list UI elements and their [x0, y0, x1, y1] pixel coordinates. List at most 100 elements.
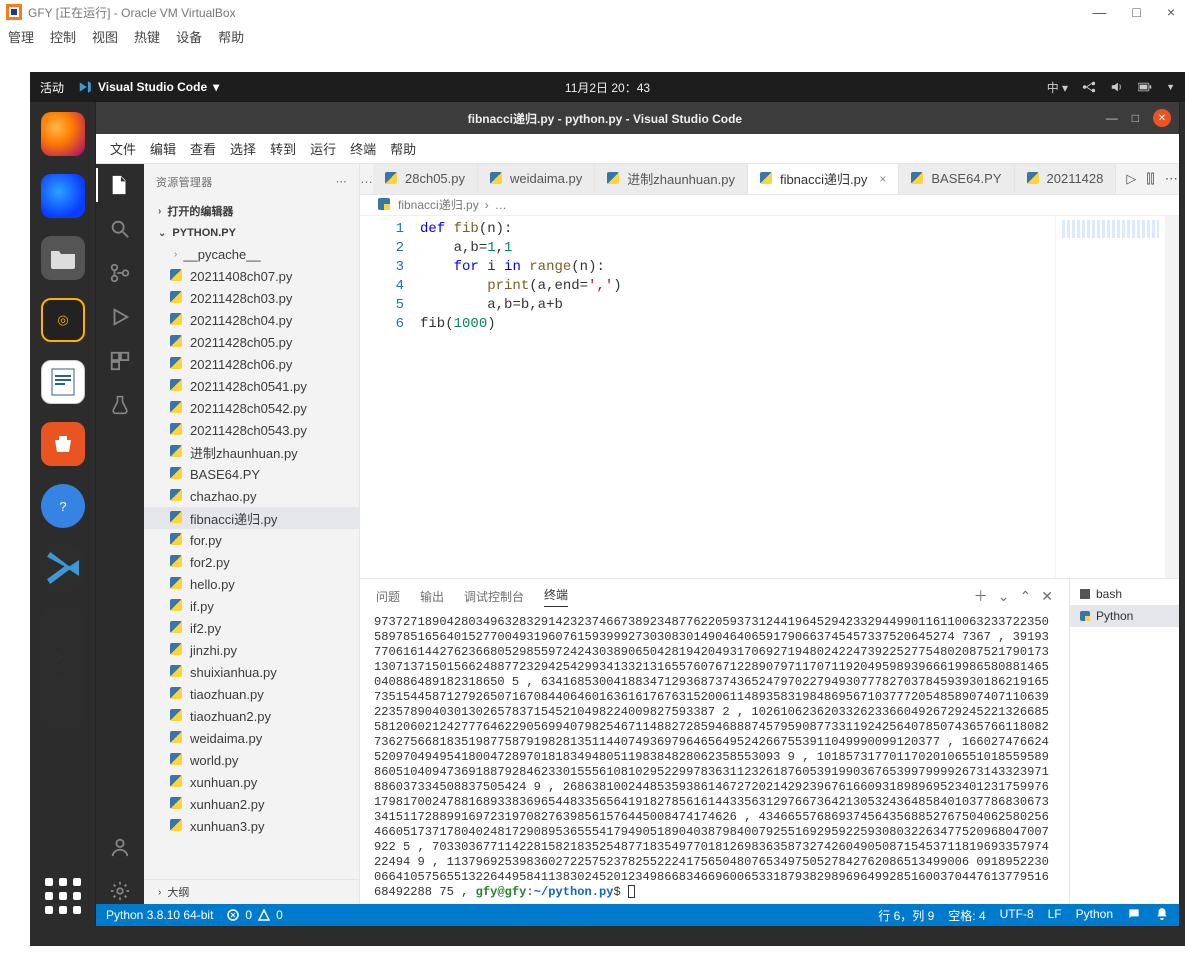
sidebar-file-item[interactable]: 20211428ch0541.py [144, 375, 359, 397]
sidebar-project[interactable]: ⌄PYTHON.PY [144, 223, 359, 243]
network-icon[interactable] [1082, 80, 1096, 94]
activity-settings-icon[interactable] [107, 878, 133, 904]
status-python-version[interactable]: Python 3.8.10 64-bit [106, 908, 213, 922]
sidebar-file-item[interactable]: 20211408ch07.py [144, 265, 359, 287]
vbox-menu-view[interactable]: 视图 [92, 27, 118, 46]
dock-terminal-icon[interactable]: >_ [41, 608, 85, 727]
sidebar-more-icon[interactable]: ⋯ [336, 175, 347, 188]
dock-rhythmbox-icon[interactable]: ◎ [41, 298, 85, 342]
panel-tab-output[interactable]: 输出 [420, 588, 444, 605]
sidebar-file-item[interactable]: tiaozhuan2.py [144, 705, 359, 727]
status-bell-icon[interactable] [1155, 907, 1169, 924]
sidebar-file-item[interactable]: weidaima.py [144, 727, 359, 749]
sidebar-file-item[interactable]: world.py [144, 749, 359, 771]
sidebar-file-item[interactable]: for2.py [144, 551, 359, 573]
panel-tab-problems[interactable]: 问题 [376, 588, 400, 605]
sidebar-outline[interactable]: ›大纲 [144, 879, 359, 904]
menu-select[interactable]: 查看 [190, 139, 216, 158]
terminal-shell-python[interactable]: Python [1070, 605, 1179, 627]
host-maximize-button[interactable]: □ [1132, 4, 1140, 20]
tab-more-icon[interactable]: ⋯ [1165, 171, 1178, 187]
tab-close-icon[interactable]: × [879, 172, 886, 186]
sidebar-file-item[interactable]: chazhao.py [144, 485, 359, 507]
editor-tab[interactable]: BASE64.PY [899, 164, 1014, 194]
activity-explorer-icon[interactable] [107, 172, 133, 198]
menu-go[interactable]: 转到 [270, 139, 296, 158]
sidebar-file-item[interactable]: 20211428ch0542.py [144, 397, 359, 419]
dock-firefox-icon[interactable] [41, 112, 85, 156]
activity-debug-icon[interactable] [107, 304, 133, 330]
ubuntu-datetime[interactable]: 11月2日 20：43 [565, 79, 650, 96]
battery-icon[interactable] [1138, 80, 1152, 94]
activity-extensions-icon[interactable] [107, 348, 133, 374]
menu-edit[interactable]: 编辑 [150, 139, 176, 158]
vbox-menu-manage[interactable]: 管理 [8, 27, 34, 46]
vbox-menu-device[interactable]: 设备 [176, 27, 202, 46]
power-menu-icon[interactable]: ▼ [1166, 82, 1175, 92]
sidebar-file-item[interactable]: xunhuan.py [144, 771, 359, 793]
ime-indicator[interactable]: 中 ▾ [1047, 79, 1068, 96]
dock-files-icon[interactable] [41, 236, 85, 280]
sidebar-file-item[interactable]: BASE64.PY [144, 463, 359, 485]
editor-content[interactable]: def fib(n): a,b=1,1 for i in range(n): p… [420, 216, 1055, 578]
menu-file[interactable]: 文件 [110, 139, 136, 158]
menu-view[interactable]: 选择 [230, 139, 256, 158]
ubuntu-activities[interactable]: 活动 [40, 79, 64, 96]
sidebar-file-item[interactable]: for.py [144, 529, 359, 551]
dock-thunderbird-icon[interactable] [41, 174, 85, 218]
menu-help[interactable]: 帮助 [390, 139, 416, 158]
dock-libreoffice-icon[interactable] [41, 360, 85, 404]
sidebar-file-item[interactable]: xunhuan2.py [144, 793, 359, 815]
vscode-close-button[interactable] [1153, 109, 1171, 127]
sidebar-file-item[interactable]: tiaozhuan.py [144, 683, 359, 705]
sidebar-file-item[interactable]: xunhuan3.py [144, 815, 359, 837]
breadcrumb-more[interactable]: … [495, 198, 507, 212]
sidebar-file-item[interactable]: shuixianhua.py [144, 661, 359, 683]
terminal-new-icon[interactable]: ＋ [974, 586, 988, 606]
terminal-shell-bash[interactable]: bash [1070, 583, 1179, 605]
sidebar-file-item[interactable]: 20211428ch04.py [144, 309, 359, 331]
editor-tab[interactable]: 28ch05.py [373, 164, 478, 194]
dock-vscode-icon[interactable] [41, 546, 85, 590]
vbox-menu-hotkey[interactable]: 热键 [134, 27, 160, 46]
status-language[interactable]: Python [1076, 907, 1113, 924]
panel-maximize-icon[interactable]: ⌃ [1020, 588, 1032, 605]
status-feedback-icon[interactable] [1127, 907, 1141, 924]
dock-software-icon[interactable] [41, 422, 85, 466]
status-encoding[interactable]: UTF-8 [1000, 907, 1034, 924]
panel-tab-terminal[interactable]: 终端 [544, 586, 568, 607]
vscode-minimize-button[interactable]: — [1106, 111, 1118, 125]
dock-apps-grid-icon[interactable] [43, 876, 83, 916]
volume-icon[interactable] [1110, 80, 1124, 94]
dock-help-icon[interactable]: ? [41, 484, 85, 528]
sidebar-file-item[interactable]: if2.py [144, 617, 359, 639]
host-close-button[interactable]: × [1167, 4, 1175, 20]
sidebar-file-item[interactable]: 进制zhaunhuan.py [144, 441, 359, 463]
status-eol[interactable]: LF [1048, 907, 1062, 924]
breadcrumb-file[interactable]: fibnacci递归.py [398, 196, 479, 213]
status-problems[interactable]: 0 0 [227, 908, 282, 922]
editor-scrollbar[interactable] [1165, 216, 1179, 578]
status-line-col[interactable]: 行 6，列 9 [878, 907, 934, 924]
sidebar-file-item[interactable]: 20211428ch06.py [144, 353, 359, 375]
split-editor-icon[interactable]: ⫿⫿ [1146, 171, 1154, 187]
panel-close-icon[interactable]: ✕ [1041, 588, 1053, 605]
run-file-icon[interactable]: ▷ [1126, 171, 1136, 187]
editor-tab[interactable]: weidaima.py [478, 164, 595, 194]
sidebar-open-editors[interactable]: ›打开的编辑器 [144, 199, 359, 223]
editor-tab[interactable]: fibnacci递归.py× [748, 164, 899, 194]
sidebar-folder-pycache[interactable]: ›__pycache__ [144, 243, 359, 265]
host-minimize-button[interactable]: — [1092, 4, 1106, 20]
menu-terminal[interactable]: 终端 [350, 139, 376, 158]
vbox-menu-control[interactable]: 控制 [50, 27, 76, 46]
activity-testing-icon[interactable] [107, 392, 133, 418]
ubuntu-app-indicator[interactable]: Visual Studio Code ▾ [78, 80, 219, 94]
tabs-scroll-indicator[interactable]: … [360, 164, 373, 194]
sidebar-file-item[interactable]: fibnacci递归.py [144, 507, 359, 529]
vbox-menu-help[interactable]: 帮助 [218, 27, 244, 46]
vscode-maximize-button[interactable]: □ [1132, 111, 1139, 125]
editor-tab[interactable]: 进制zhaunhuan.py [595, 164, 748, 194]
status-indent[interactable]: 空格: 4 [948, 907, 985, 924]
terminal-content[interactable]: 9737271890428034963283291423237466738923… [360, 613, 1069, 904]
panel-tab-debug[interactable]: 调试控制台 [464, 588, 524, 605]
